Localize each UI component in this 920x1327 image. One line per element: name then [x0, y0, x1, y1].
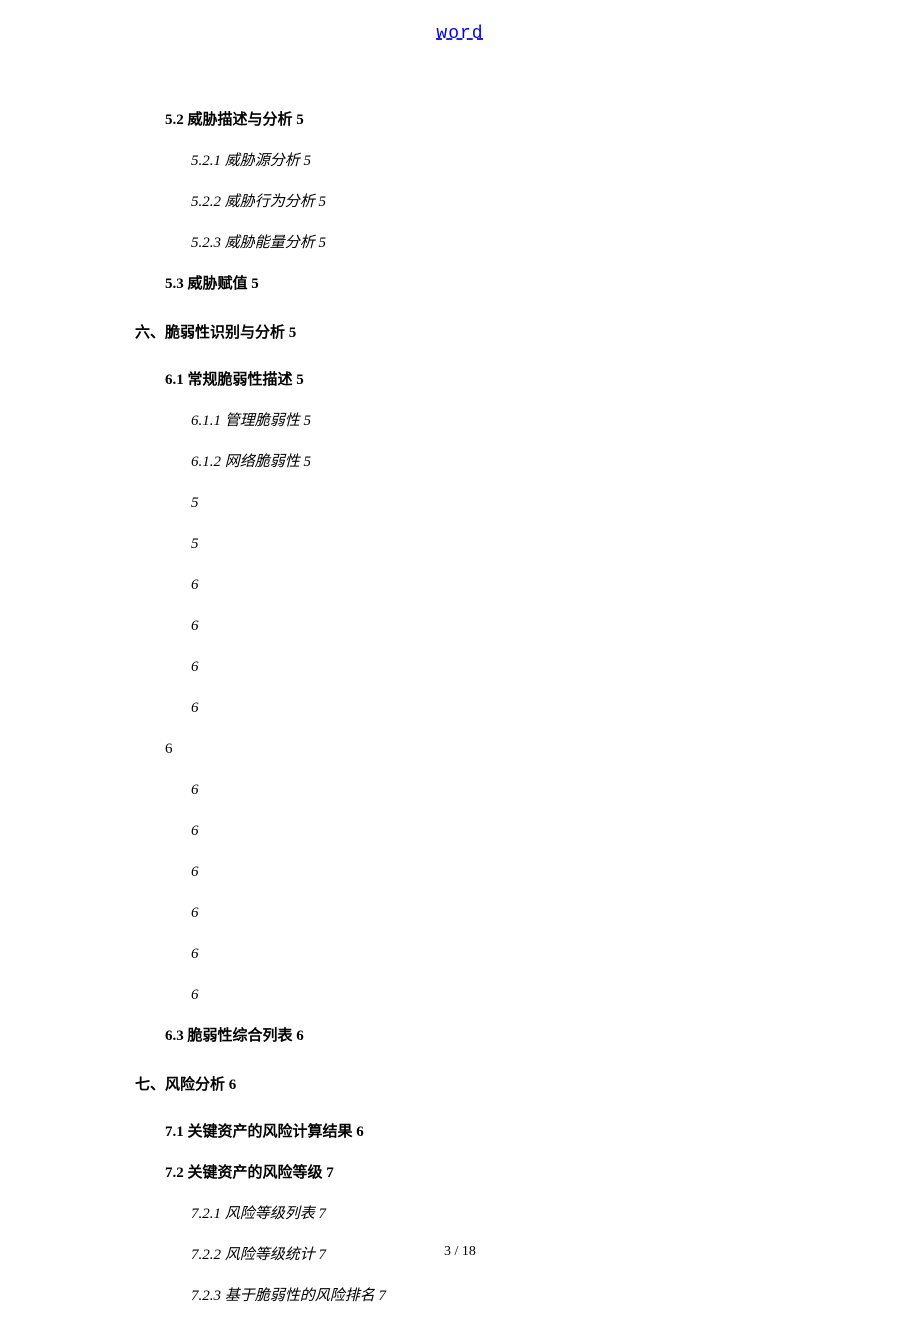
- toc-entry: 6.3 脆弱性综合列表 6: [165, 1026, 785, 1047]
- toc-entry: 6: [191, 780, 785, 801]
- toc-entry: 6: [165, 739, 785, 760]
- toc-entry: 6: [191, 616, 785, 637]
- toc-entry: 6.1 常规脆弱性描述 5: [165, 370, 785, 391]
- toc-entry: 6: [191, 821, 785, 842]
- toc-entry: 6: [191, 862, 785, 883]
- toc-entry: 5.2.2 威胁行为分析 5: [191, 192, 785, 213]
- toc-entry: 7.1 关键资产的风险计算结果 6: [165, 1122, 785, 1143]
- toc-entry: 6: [191, 698, 785, 719]
- page-number-text: 3 / 18: [444, 1244, 476, 1259]
- toc-entry: 7.2.3 基于脆弱性的风险排名 7: [191, 1286, 785, 1307]
- toc-entry: 7.2 关键资产的风险等级 7: [165, 1163, 785, 1184]
- toc-entry: 六、脆弱性识别与分析 5: [135, 323, 785, 344]
- toc-entry: 7.2.1 风险等级列表 7: [191, 1204, 785, 1225]
- toc-entry: 6: [191, 575, 785, 596]
- header-link-text: word: [436, 24, 483, 44]
- toc-entry: 6: [191, 985, 785, 1006]
- toc-entry: 5: [191, 493, 785, 514]
- toc-entry: 5.2.3 威胁能量分析 5: [191, 233, 785, 254]
- toc-entry: 5.3 威胁赋值 5: [165, 274, 785, 295]
- toc-entry: 七、风险分析 6: [135, 1075, 785, 1096]
- toc-content: 5.2 威胁描述与分析 5 5.2.1 威胁源分析 5 5.2.2 威胁行为分析 5…: [135, 110, 785, 1327]
- toc-entry: 6: [191, 657, 785, 678]
- toc-entry: 6.1.2 网络脆弱性 5: [191, 452, 785, 473]
- header-link[interactable]: word: [0, 24, 920, 44]
- toc-entry: 6.1.1 管理脆弱性 5: [191, 411, 785, 432]
- toc-entry: 6: [191, 903, 785, 924]
- toc-entry: 5: [191, 534, 785, 555]
- toc-entry: 6: [191, 944, 785, 965]
- page-number: 3 / 18: [0, 1244, 920, 1260]
- toc-entry: 5.2.1 威胁源分析 5: [191, 151, 785, 172]
- toc-entry: 5.2 威胁描述与分析 5: [165, 110, 785, 131]
